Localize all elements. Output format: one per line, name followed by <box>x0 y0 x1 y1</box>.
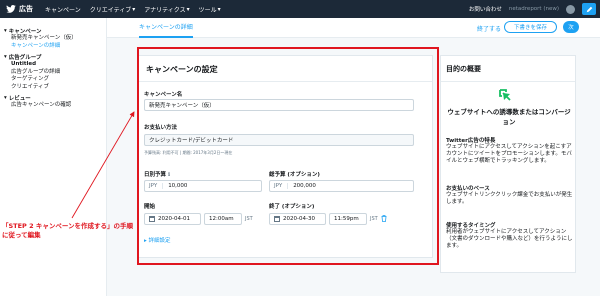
account-name[interactable]: netadreport (new) <box>509 6 559 12</box>
collapse-icon: ▾ <box>4 95 7 101</box>
sidebar-section-review[interactable]: ▾ レビュー <box>4 94 102 102</box>
menu-creatives-label: クリエイティブ <box>89 6 132 14</box>
sidebar-item-review[interactable]: 広告キャンペーンの確認 <box>4 102 102 110</box>
billing-text: ウェブサイトリンククリック課金でお支払いが発生します。 <box>446 192 573 205</box>
menu-analytics-label: アナリティクス <box>144 6 186 14</box>
divider <box>441 81 575 82</box>
timing-heading: 使用するタイミング <box>446 223 496 229</box>
collapse-icon: ▾ <box>4 28 7 34</box>
menu-analytics[interactable]: アナリティクス ▾ <box>144 5 189 14</box>
cursor-icon <box>499 89 511 101</box>
sidebar-section-title: レビュー <box>8 96 31 102</box>
header-tabs: キャンペーンの詳細 終了する 下書きを保存 次 <box>107 18 600 38</box>
twitter-bird-icon <box>6 5 16 13</box>
save-draft-button[interactable]: 下書きを保存 <box>504 21 557 33</box>
compose-button[interactable] <box>582 3 596 15</box>
menu-campaigns[interactable]: キャンペーン <box>45 5 81 14</box>
help-link[interactable]: お問い合わせ <box>469 5 502 13</box>
chevron-down-icon: ▾ <box>217 5 221 13</box>
chevron-down-icon: ▾ <box>186 5 190 13</box>
chevron-down-icon: ▾ <box>132 5 136 13</box>
sidebar-section-adgroup[interactable]: ▾ 広告グループ <box>4 53 102 61</box>
objective-summary-panel: 目的の概要 ウェブサイトへの誘導数またはコンバージョン Twitter広告の特長… <box>440 55 576 273</box>
tab-campaign-details[interactable]: キャンペーンの詳細 <box>139 22 193 38</box>
next-button[interactable]: 次 <box>563 21 579 33</box>
sidebar-item-targeting[interactable]: ターゲティング <box>4 76 102 84</box>
sidebar: ▾ キャンペーン 新発売キャンペーン（仮） キャンペーンの詳細 ▾ 広告グループ U… <box>0 18 107 296</box>
brand[interactable]: 広告 <box>6 4 33 14</box>
brand-label: 広告 <box>19 5 33 13</box>
menu-tools[interactable]: ツール ▾ <box>199 5 221 14</box>
sidebar-item-adgroup-details[interactable]: 広告グループの詳細 <box>4 69 102 77</box>
sidebar-item-untitled[interactable]: Untitled <box>4 61 102 69</box>
menu-tools-label: ツール <box>198 6 217 14</box>
sidebar-section-campaign[interactable]: ▾ キャンペーン <box>4 27 102 35</box>
collapse-icon: ▾ <box>4 54 7 60</box>
features-heading: Twitter広告の特長 <box>446 138 496 144</box>
highlight-rectangle <box>137 47 439 265</box>
billing-heading: お支払いのベース <box>446 186 490 192</box>
annotation-text: 「STEP 2 キャンペーンを作成する」の手順に従って編集 <box>2 222 134 239</box>
sidebar-item-creative[interactable]: クリエイティブ <box>4 84 102 92</box>
compose-icon <box>586 6 592 12</box>
top-nav-bar: 広告 キャンペーン クリエイティブ ▾ アナリティクス ▾ ツール ▾ お問い合わせ … <box>0 0 600 18</box>
main-menu: キャンペーン クリエイティブ ▾ アナリティクス ▾ ツール ▾ <box>45 5 221 14</box>
exit-link[interactable]: 終了する <box>477 24 501 33</box>
avatar[interactable] <box>566 4 575 14</box>
menu-creatives[interactable]: クリエイティブ ▾ <box>90 5 136 14</box>
timing-text: 利用者がウェブサイトにアクセスしてアクション（文書のダウンロードや購入など）を行… <box>446 229 573 249</box>
top-right-controls: お問い合わせ netadreport (new) <box>469 0 600 18</box>
sidebar-section-title: キャンペーン <box>8 29 42 35</box>
objective-name: ウェブサイトへの誘導数またはコンバージョン <box>447 108 571 126</box>
sidebar-section-title: 広告グループ <box>8 55 42 61</box>
objective-title: 目的の概要 <box>446 65 481 73</box>
sidebar-item-campaign-name[interactable]: 新発売キャンペーン（仮） <box>4 35 102 43</box>
sidebar-item-campaign-details[interactable]: キャンペーンの詳細 <box>4 43 102 51</box>
features-text: ウェブサイトにアクセスしてアクションを起こすアカウントにツイートをプロモーション… <box>446 144 572 164</box>
